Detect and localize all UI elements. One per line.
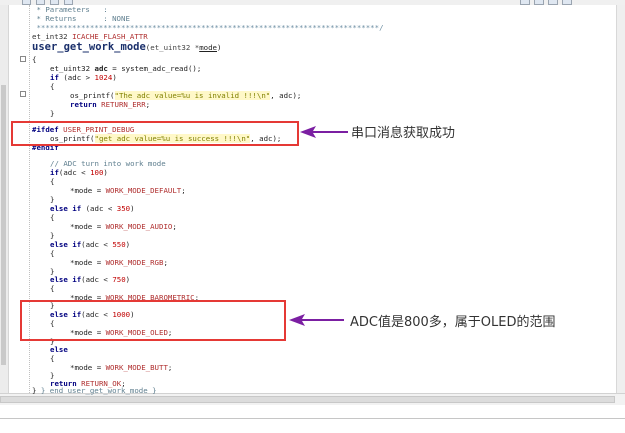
code-line: user_get_work_mode(et_uint32 *mode) [32,40,221,54]
brace: { [50,354,55,363]
code-text: *mode = [70,186,106,195]
code-text: (adc < [58,168,91,177]
code-line: { [50,212,54,223]
code-line: *mode = WORK_MODE_AUDIO; [70,221,177,232]
code-line: else if(adc < 550) [50,239,130,250]
macro: RETURN_ERR [101,100,146,109]
left-margin [0,5,9,393]
code-line: *mode = WORK_MODE_BUTT; [70,362,172,373]
status-area [0,405,625,433]
code-line: if(adc < 100) [50,167,108,178]
fold-toggle-icon[interactable] [20,56,26,62]
macro: WORK_MODE_DEFAULT [105,186,182,195]
keyword: else if [50,275,82,284]
number: 100 [90,168,104,177]
code-line: { [50,248,54,259]
code-text: , adc); [270,91,302,100]
code-line: { [50,81,54,92]
code-text: ; [163,258,168,267]
code-text: (adc < [81,204,117,213]
brace: { [50,177,55,186]
code-line: else if (adc < 350) [50,203,135,214]
annotation-serial-success: 串口消息获取成功 [351,126,456,141]
arrow-icon [289,314,344,326]
macro: WORK_MODE_AUDIO [105,222,173,231]
code-text: *mode = [70,222,106,231]
brace: { [50,213,55,222]
brace: { [50,249,55,258]
annotation-box-debug [11,121,299,146]
number: 350 [116,204,131,213]
code-text: ; [172,222,177,231]
code-text: ; [145,100,151,109]
code-text: ) [103,168,108,177]
code-line: { [32,54,36,65]
brace: { [32,55,37,64]
annotation-adc-oled: ADC值是800多，属于OLED的范围 [350,315,556,330]
number: 1024 [94,73,113,82]
macro: WORK_MODE_BUTT [105,363,168,372]
code-text: (adc > [58,73,95,82]
scrollbar-thumb[interactable] [0,396,615,403]
code-text: (adc < [81,240,113,249]
code-line: else if(adc < 750) [50,274,130,285]
number: 750 [112,275,126,284]
number: 550 [112,240,126,249]
code-text: ) [125,240,131,249]
code-text: ; [167,363,173,372]
code-line: *mode = WORK_MODE_DEFAULT; [70,185,186,196]
function-name: user_get_work_mode [32,41,146,53]
macro: WORK_MODE_RGB [105,258,164,267]
brace: { [50,284,55,293]
code-line: { [50,283,54,294]
fold-toggle-icon[interactable] [20,91,26,97]
arrow-icon [300,126,348,138]
code-text: *mode = [70,258,106,267]
annotation-box-oled [20,300,286,341]
keyword: return [70,100,102,109]
keyword: else if [50,204,82,213]
param-name: mode [199,43,218,52]
panel-divider [0,418,625,419]
code-text: (adc < [81,275,113,284]
code-line: return RETURN_ERR; [70,99,150,110]
code-text: ) [130,204,135,213]
code-line: { [50,353,54,364]
vertical-scrollbar[interactable] [616,5,625,393]
code-line: } [50,108,54,119]
code-line: if (adc > 1024) [50,72,117,83]
code-text: = system_adc_read(); [107,64,202,73]
code-text: *mode = [70,363,106,372]
code-text: ) [112,73,117,82]
brace: { [50,82,55,91]
brace: } [50,109,55,118]
keyword: else if [50,240,82,249]
param-type: et_uint32 * [150,43,200,52]
code-text: ; [181,186,186,195]
code-line: { [50,176,54,187]
code-text: ) [125,275,131,284]
code-line: *mode = WORK_MODE_RGB; [70,257,168,268]
comment-text: } end user_get_work_mode } [36,386,157,395]
paren: ) [217,43,222,52]
code-line: } } end user_get_work_mode } [32,385,157,396]
margin-marker [1,85,6,365]
